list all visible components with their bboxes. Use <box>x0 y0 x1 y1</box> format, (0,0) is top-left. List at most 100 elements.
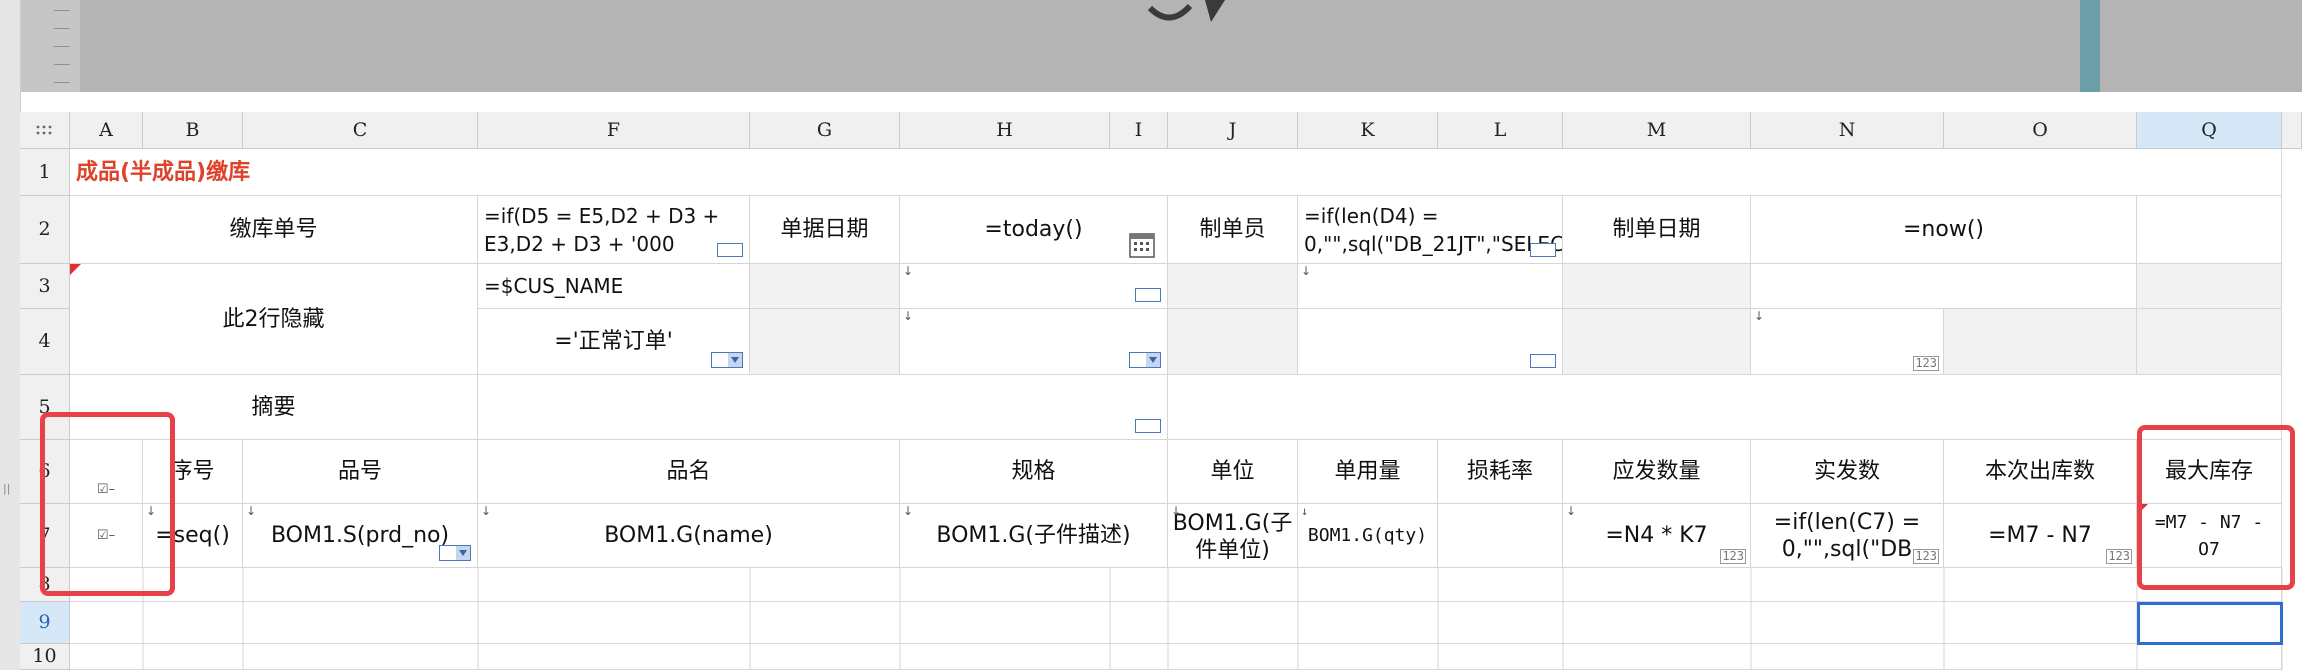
header-spec[interactable]: 规格 <box>900 440 1168 504</box>
cell-f7-part-name[interactable]: ↓ BOM1.G(name) <box>478 504 900 568</box>
column-header-c[interactable]: C <box>243 112 478 149</box>
label-summary[interactable]: 摘要 <box>70 375 478 440</box>
cell-h7-spec[interactable]: ↓ BOM1.G(子件描述) <box>900 504 1168 568</box>
cell-o4[interactable] <box>1944 309 2137 375</box>
cell-h3-editor-icon[interactable] <box>1135 288 1161 302</box>
column-header-f[interactable]: F <box>478 112 750 149</box>
cell-k7-unit-usage[interactable]: ↓ BOM1.G(qty) <box>1298 504 1438 568</box>
cell-n7-number-badge: 123 <box>1913 549 1939 564</box>
cell-m4[interactable] <box>1563 309 1751 375</box>
cell-f4-order-type[interactable]: ='正常订单' <box>478 309 750 375</box>
row-header-2[interactable]: 2 <box>20 196 70 264</box>
cell-j5[interactable] <box>1168 375 2282 440</box>
cell-k4-editor-icon[interactable] <box>1530 354 1556 368</box>
header-qty-this-out[interactable]: 本次出库数 <box>1944 440 2137 504</box>
column-header-q[interactable]: Q <box>2137 112 2282 149</box>
label-creator[interactable]: 制单员 <box>1168 196 1298 264</box>
header-loss-rate[interactable]: 损耗率 <box>1438 440 1563 504</box>
cell-h2-date-formula[interactable]: =today() <box>900 196 1168 264</box>
row-header-6[interactable]: 6 <box>20 440 70 504</box>
cell-a7-checkbox[interactable]: ☑– <box>70 504 143 568</box>
cell-c7-part-no[interactable]: ↓ BOM1.S(prd_no) <box>243 504 478 568</box>
column-header-l[interactable]: L <box>1438 112 1563 149</box>
select-all-corner[interactable] <box>20 112 70 149</box>
column-header-m[interactable]: M <box>1563 112 1751 149</box>
cell-k3[interactable]: ↓ <box>1298 264 1563 309</box>
row-header-7[interactable]: 7 <box>20 504 70 568</box>
cell-f5-editor-icon[interactable] <box>1135 419 1161 433</box>
cell-b7-seq[interactable]: ↓ =seq() <box>143 504 243 568</box>
cell-n4[interactable]: ↓ 123 <box>1751 309 1944 375</box>
cell-f3-customer-formula[interactable]: =$CUS_NAME <box>478 264 750 309</box>
cell-q7-text: =M7 - N7 - O7 <box>2154 511 2264 560</box>
cell-f2-editor-icon[interactable] <box>717 243 743 257</box>
cell-n3[interactable] <box>1751 264 2137 309</box>
cell-k7-arrow-icon: ↓ <box>1301 504 1309 518</box>
label-hidden-rows[interactable]: 此2行隐藏 <box>70 264 478 375</box>
cell-h3-arrow-icon: ↓ <box>903 264 914 278</box>
header-part-name[interactable]: 品名 <box>478 440 900 504</box>
row-header-1[interactable]: 1 <box>20 149 70 196</box>
label-doc-date[interactable]: 单据日期 <box>750 196 900 264</box>
header-unit-usage[interactable]: 单用量 <box>1298 440 1438 504</box>
cell-a6-checkbox[interactable]: ☑– <box>70 440 143 504</box>
cell-j7-unit[interactable]: ↓ BOM1.G(子件单位) <box>1168 504 1298 568</box>
cell-q7-max-stock[interactable]: =M7 - N7 - O7 <box>2137 504 2282 568</box>
column-header-b[interactable]: B <box>143 112 243 149</box>
label-create-date[interactable]: 制单日期 <box>1563 196 1751 264</box>
cell-j4[interactable] <box>1168 309 1298 375</box>
cell-k2-editor-icon[interactable] <box>1530 243 1556 257</box>
header-part-no[interactable]: 品号 <box>243 440 478 504</box>
column-header-o[interactable]: O <box>1944 112 2137 149</box>
cell-f2-text: =if(D5 = E5,D2 + D3 + E3,D2 + D3 + '000 <box>484 203 720 256</box>
cell-n7-qty-actual[interactable]: =if(len(C7) = 0,"",sql("DB 123 <box>1751 504 1944 568</box>
cell-f5-summary[interactable] <box>478 375 1168 440</box>
cell-m7-qty-due[interactable]: ↓ =N4 * K7 123 <box>1563 504 1751 568</box>
cell-h4-dropdown-icon[interactable] <box>1129 352 1161 368</box>
cell-n7-text: =if(len(C7) = 0,"",sql("DB <box>1773 509 1921 562</box>
row-header-3[interactable]: 3 <box>20 264 70 309</box>
cell-m3[interactable] <box>1563 264 1751 309</box>
cell-c7-dropdown-icon[interactable] <box>439 545 471 561</box>
column-header-k[interactable]: K <box>1298 112 1438 149</box>
column-header-j[interactable]: J <box>1168 112 1298 149</box>
header-seq[interactable]: 序号 <box>143 440 243 504</box>
column-header-n[interactable]: N <box>1751 112 1944 149</box>
column-header-g[interactable]: G <box>750 112 900 149</box>
header-qty-actual[interactable]: 实发数 <box>1751 440 1944 504</box>
header-max-stock[interactable]: 最大库存 <box>2137 440 2282 504</box>
cell-q3[interactable] <box>2137 264 2282 309</box>
active-cell-q9[interactable] <box>2137 602 2283 645</box>
column-header-i[interactable]: I <box>1110 112 1168 149</box>
cell-f7-text: BOM1.G(name) <box>604 523 773 548</box>
cell-h3[interactable]: ↓ <box>900 264 1168 309</box>
calendar-icon[interactable] <box>1129 230 1155 258</box>
checkbox-icon[interactable]: ☑– <box>97 476 115 503</box>
column-header-a[interactable]: A <box>70 112 143 149</box>
header-qty-due[interactable]: 应发数量 <box>1563 440 1751 504</box>
cell-k4[interactable] <box>1298 309 1563 375</box>
cell-j3[interactable] <box>1168 264 1298 309</box>
cell-q4[interactable] <box>2137 309 2282 375</box>
checkbox-icon[interactable]: ☑– <box>97 522 115 549</box>
cell-g3[interactable] <box>750 264 900 309</box>
cell-g4[interactable] <box>750 309 900 375</box>
cell-k2-creator-formula[interactable]: =if(len(D4) = 0,"",sql("DB_21JT","SELECT <box>1298 196 1563 264</box>
cell-h4[interactable]: ↓ <box>900 309 1168 375</box>
row-header-5[interactable]: 5 <box>20 375 70 440</box>
column-header-next[interactable] <box>2282 112 2302 149</box>
cell-l7-loss-rate[interactable] <box>1438 504 1563 568</box>
cell-n4-number-badge: 123 <box>1913 356 1939 371</box>
cell-n2-now-formula[interactable]: =now() <box>1751 196 2137 264</box>
column-header-h[interactable]: H <box>900 112 1110 149</box>
cell-k3-arrow-icon: ↓ <box>1301 264 1312 278</box>
header-unit[interactable]: 单位 <box>1168 440 1298 504</box>
label-receipt-no[interactable]: 缴库单号 <box>70 196 478 264</box>
cell-f4-dropdown-icon[interactable] <box>711 352 743 368</box>
row-header-4[interactable]: 4 <box>20 309 70 375</box>
cell-q2[interactable] <box>2137 196 2282 264</box>
cell-o7-qty-this-out[interactable]: =M7 - N7 123 <box>1944 504 2137 568</box>
comment-marker-icon <box>70 264 81 275</box>
cell-f2-receipt-formula[interactable]: =if(D5 = E5,D2 + D3 + E3,D2 + D3 + '000 <box>478 196 750 264</box>
sheet-title[interactable]: 成品(半成品)缴库 <box>70 149 2282 196</box>
